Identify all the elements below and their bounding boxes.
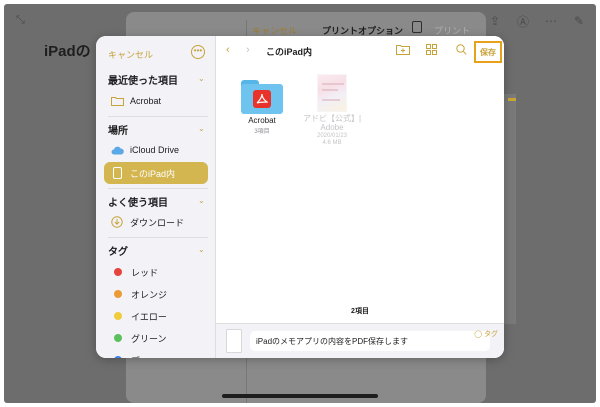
file-item-acrobat-folder[interactable]: Acrobat 3項目 [230, 80, 294, 135]
thumb-line [322, 89, 338, 91]
background-page-title: iPadの [44, 43, 91, 60]
chevron-down-icon[interactable]: ⌄ [198, 196, 205, 205]
file-name: アドビ【公式】| Adobe [302, 114, 362, 132]
chevron-down-icon[interactable]: ⌄ [198, 245, 205, 254]
sidebar-item-label: オレンジ [131, 289, 168, 300]
compose-icon[interactable]: ✎ [572, 14, 586, 28]
forward-chevron-icon[interactable]: › [246, 44, 250, 56]
thumb-line [322, 99, 340, 101]
tag-dot-icon [114, 312, 122, 320]
more-icon[interactable]: ⋯ [544, 14, 558, 28]
divider [108, 116, 208, 117]
sidebar-item-acrobat[interactable]: Acrobat [104, 90, 208, 112]
sidebar-item-label: Acrobat [130, 96, 162, 106]
sidebar-item-tag-red[interactable]: レッド [104, 261, 208, 283]
filename-field[interactable]: iPadのメモアプリの内容をPDF保存します [250, 331, 490, 351]
tag-label: タグ [484, 331, 498, 338]
back-chevron-icon[interactable]: ‹ [226, 44, 230, 56]
sidebar-item-this-ipad[interactable]: このiPad内 [104, 162, 208, 184]
collapse-arrows-icon[interactable]: ⤡ [16, 14, 25, 27]
background-strip [504, 94, 516, 324]
file-date: 2020/01/23 [316, 133, 348, 139]
thumb-line [322, 83, 344, 85]
home-indicator [222, 394, 378, 398]
save-dialog: キャンセル ••• 最近使った項目 ⌄ Acrobat 場所 ⌄ iCloud … [96, 36, 504, 358]
acrobat-logo-icon [253, 90, 271, 108]
file-browser: ‹ › このiPad内 保存 Acrobat 3項目 アドビ【公式】| Adob… [216, 36, 504, 358]
tag-dot-icon [114, 356, 122, 358]
sidebar-item-tag-green[interactable]: グリーン [104, 327, 208, 349]
chevron-down-icon[interactable]: ⌄ [198, 124, 205, 133]
sidebar-item-label: レッド [131, 267, 159, 278]
sidebar-item-tag-orange[interactable]: オレンジ [104, 283, 208, 305]
sidebar-item-label: イエロー [131, 311, 167, 322]
sidebar-item-tag-yellow[interactable]: イエロー [104, 305, 208, 327]
section-tags-title: タグ [108, 247, 128, 258]
file-item-adobe-pdf[interactable]: アドビ【公式】| Adobe 2020/01/23 4.6 MB [300, 74, 364, 146]
sidebar: キャンセル ••• 最近使った項目 ⌄ Acrobat 場所 ⌄ iCloud … [96, 36, 216, 358]
strip-marker [508, 98, 516, 101]
sidebar-item-label: ダウンロード [130, 217, 185, 228]
filename-text: iPadのメモアプリの内容をPDF保存します [256, 336, 409, 346]
file-size: 4.6 MB [322, 140, 342, 146]
share-icon[interactable]: ⇪ [488, 14, 502, 28]
tag-button[interactable]: ◯ タグ [474, 329, 498, 339]
grid-view-icon[interactable] [426, 44, 437, 58]
tag-dot-icon [114, 290, 122, 298]
download-icon [110, 216, 124, 228]
cancel-button[interactable]: キャンセル [108, 48, 153, 61]
tag-dot-icon [114, 268, 122, 276]
sidebar-item-icloud-drive[interactable]: iCloud Drive [104, 139, 208, 161]
background-top-icons: ⇪ Ⓐ ⋯ ✎ [488, 14, 586, 29]
ipad-icon [110, 167, 124, 179]
divider [108, 188, 208, 189]
search-icon[interactable] [456, 44, 467, 58]
toolbar: ‹ › このiPad内 保存 [216, 36, 504, 66]
chevron-down-icon[interactable]: ⌄ [198, 74, 205, 83]
pdf-thumbnail-icon [317, 74, 347, 112]
sidebar-item-label: iCloud Drive [130, 145, 180, 155]
folder-title: このiPad内 [266, 47, 313, 57]
sidebar-item-downloads[interactable]: ダウンロード [104, 211, 208, 233]
item-count: 2項目 [351, 308, 369, 315]
ellipsis-circle-icon[interactable]: ••• [191, 45, 205, 59]
folder-icon [110, 95, 124, 107]
section-favorites-title: よく使う項目 [108, 198, 168, 209]
divider [108, 237, 208, 238]
sidebar-item-label: ブ [131, 354, 140, 359]
tag-icon: ◯ [474, 331, 483, 338]
folder-icon [241, 80, 283, 114]
file-name: Acrobat [248, 116, 276, 125]
sidebar-item-label: このiPad内 [130, 168, 176, 179]
tag-dot-icon [114, 334, 122, 342]
markup-icon[interactable]: Ⓐ [516, 14, 530, 29]
section-locations-title: 場所 [108, 126, 128, 137]
section-recents-title: 最近使った項目 [108, 76, 178, 87]
document-thumbnail-icon [226, 329, 242, 353]
file-meta: 3項目 [254, 129, 270, 135]
cloud-icon [110, 144, 124, 156]
new-folder-icon[interactable] [396, 44, 410, 58]
save-footer: iPadのメモアプリの内容をPDF保存します ◯ タグ [216, 323, 504, 358]
sidebar-item-tag-blue[interactable]: ブ [104, 349, 208, 358]
save-button[interactable]: 保存 [474, 41, 502, 63]
save-button-label: 保存 [480, 47, 496, 57]
sidebar-item-label: グリーン [131, 333, 167, 344]
